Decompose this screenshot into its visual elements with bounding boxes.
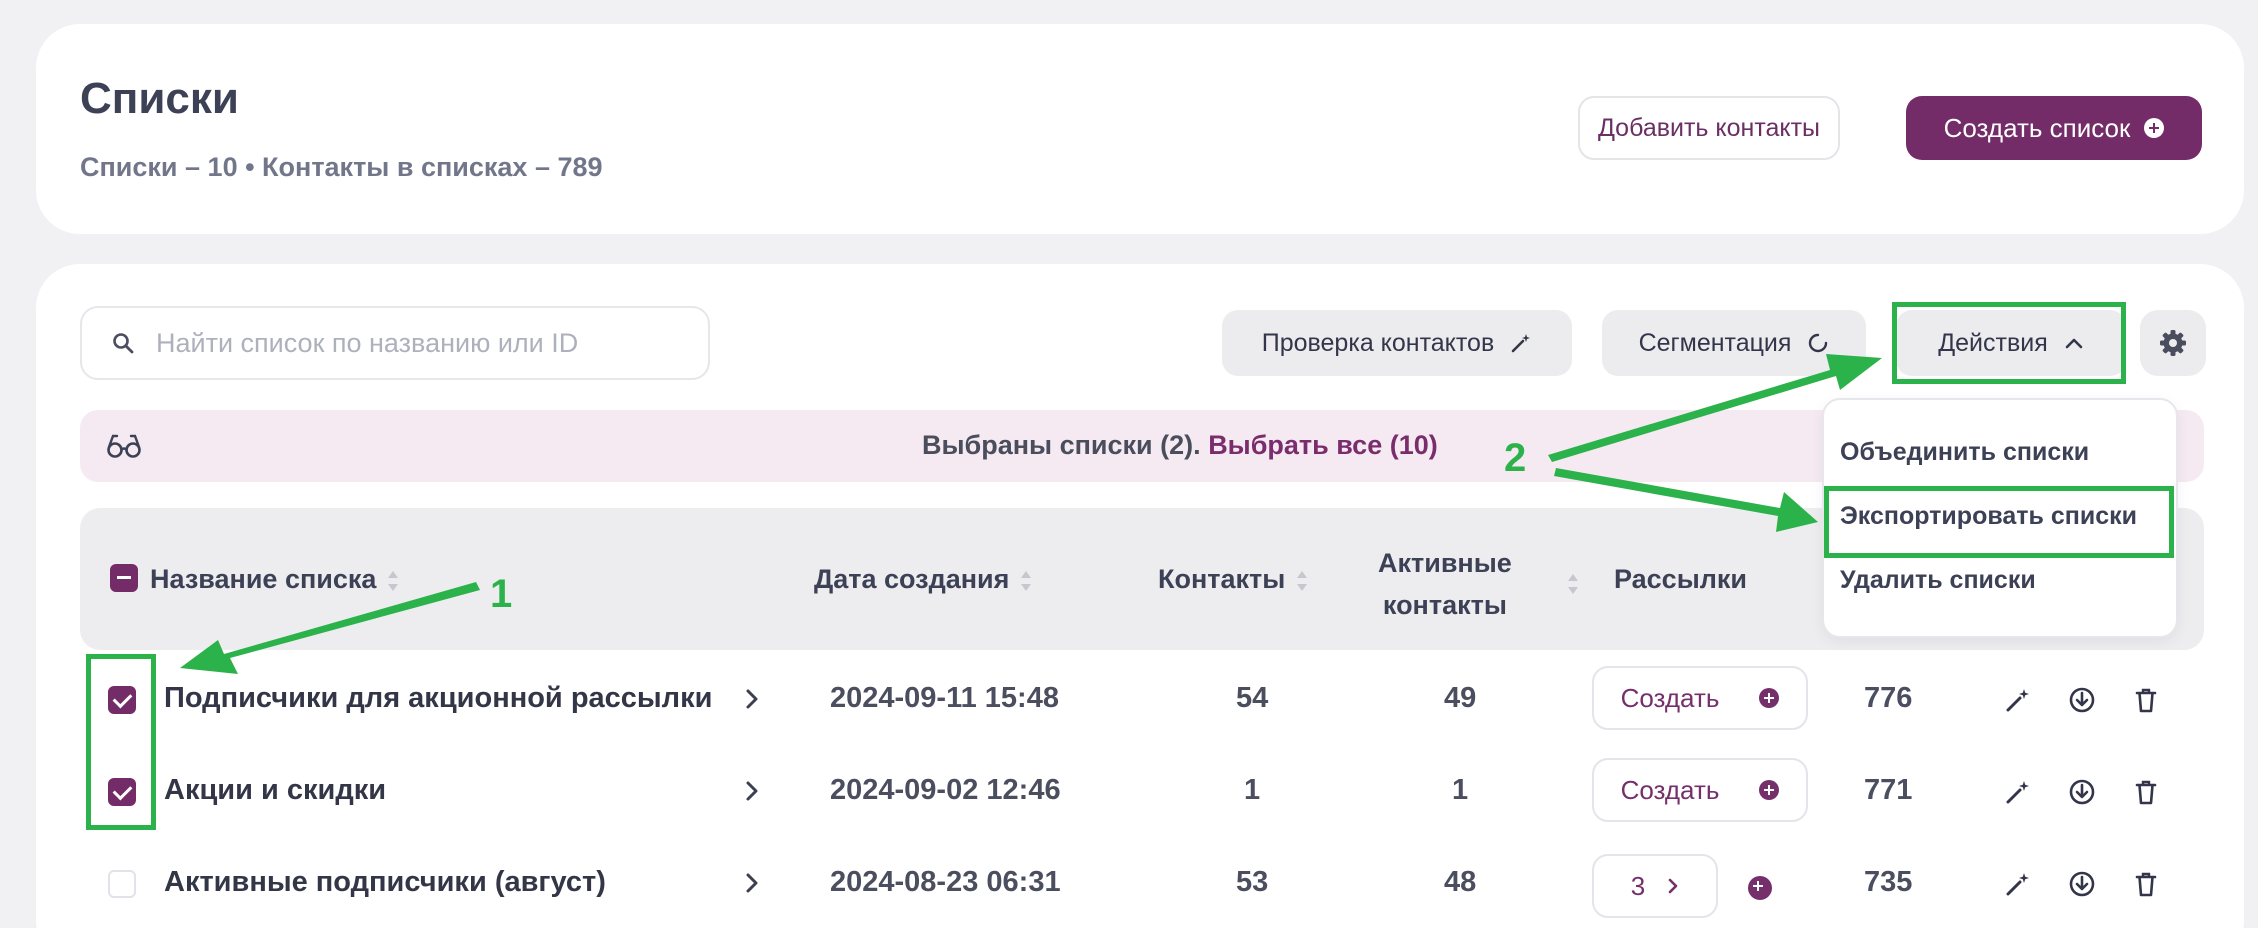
page-subtitle: Списки – 10 • Контакты в списках – 789	[80, 152, 603, 182]
page-title: Списки	[80, 74, 239, 123]
select-all-checkbox[interactable]	[110, 564, 138, 592]
column-name[interactable]: Название списка	[150, 564, 400, 595]
check-contacts-button[interactable]: Проверка контактов	[1222, 310, 1572, 376]
create-mailing-label: Создать	[1620, 682, 1720, 713]
sort-icon	[1566, 572, 1580, 596]
chevron-right-icon[interactable]	[744, 870, 760, 896]
glasses-icon	[107, 434, 141, 458]
add-contacts-label: Добавить контакты	[1597, 113, 1821, 142]
plus-circle-icon	[1759, 780, 1780, 800]
magic-wand-icon[interactable]	[2002, 776, 2034, 808]
merge-lists-item[interactable]: Объединить списки	[1840, 438, 2089, 467]
select-all-link[interactable]: Выбрать все (10)	[1208, 430, 1438, 460]
created-date: 2024-09-11 15:48	[830, 682, 1059, 714]
chevron-right-icon	[1668, 878, 1678, 894]
add-mailing-icon[interactable]	[1748, 876, 1772, 900]
plus-circle-icon	[1759, 688, 1780, 708]
mailings-count-button[interactable]: 3	[1592, 854, 1718, 918]
column-name-label: Название списка	[150, 564, 377, 594]
settings-button[interactable]	[2140, 310, 2206, 376]
column-active-contacts[interactable]: Активные контакты	[1378, 542, 1512, 626]
add-contacts-button[interactable]: Добавить контакты	[1578, 96, 1840, 160]
delete-lists-item[interactable]: Удалить списки	[1840, 566, 2036, 595]
magic-wand-icon	[1511, 334, 1531, 353]
sort-icon	[1019, 569, 1033, 593]
search-icon	[113, 333, 134, 354]
step-1-label: 1	[490, 572, 513, 616]
create-mailing-label: Создать	[1620, 774, 1720, 805]
create-list-button[interactable]: Создать список	[1906, 96, 2202, 160]
search-input[interactable]	[156, 327, 676, 359]
trash-icon[interactable]	[2130, 868, 2162, 900]
magic-wand-icon[interactable]	[2002, 684, 2034, 716]
active-contacts-count: 48	[1444, 866, 1477, 898]
list-name[interactable]: Активные подписчики (август)	[164, 866, 606, 899]
created-date: 2024-08-23 06:31	[830, 866, 1061, 898]
download-icon[interactable]	[2066, 776, 2098, 808]
row-checkbox[interactable]	[108, 870, 136, 898]
contacts-count: 1	[1244, 774, 1261, 806]
plus-circle-icon	[2144, 118, 2165, 138]
magic-wand-icon[interactable]	[2002, 868, 2034, 900]
checkbox-highlight	[86, 654, 156, 830]
column-date-label: Дата создания	[814, 564, 1010, 594]
list-name[interactable]: Акции и скидки	[164, 774, 386, 807]
actions-highlight	[1892, 302, 2126, 384]
column-active-label-1: Активные	[1378, 548, 1512, 578]
list-id: 776	[1864, 682, 1913, 714]
column-contacts-label: Контакты	[1158, 564, 1286, 594]
download-icon[interactable]	[2066, 868, 2098, 900]
export-highlight	[1824, 486, 2174, 558]
sort-icon	[386, 569, 400, 593]
step-2-label: 2	[1504, 436, 1527, 480]
chevron-right-icon[interactable]	[744, 686, 760, 712]
created-date: 2024-09-02 12:46	[830, 774, 1061, 806]
active-contacts-count: 1	[1452, 774, 1469, 806]
check-contacts-label: Проверка контактов	[1261, 328, 1495, 357]
segmentation-button[interactable]: Сегментация	[1602, 310, 1866, 376]
list-name[interactable]: Подписчики для акционной рассылки	[164, 682, 712, 715]
header-card: Списки Списки – 10 • Контакты в списках …	[36, 24, 2244, 234]
selection-text: Выбраны списки (2). Выбрать все (10)	[922, 430, 1438, 461]
list-id: 735	[1864, 866, 1913, 898]
trash-icon[interactable]	[2130, 776, 2162, 808]
trash-icon[interactable]	[2130, 684, 2162, 716]
create-mailing-button[interactable]: Создать	[1592, 666, 1808, 730]
spinner-icon	[1809, 333, 1828, 353]
column-date[interactable]: Дата создания	[814, 564, 1033, 595]
mailings-count-label: 3	[1630, 870, 1646, 901]
column-mailings: Рассылки	[1614, 564, 1748, 594]
search-box[interactable]	[80, 306, 710, 380]
create-list-label: Создать список	[1943, 112, 2131, 143]
column-contacts[interactable]: Контакты	[1158, 564, 1309, 595]
download-icon[interactable]	[2066, 684, 2098, 716]
chevron-right-icon[interactable]	[744, 778, 760, 804]
selected-count-text: Выбраны списки (2).	[922, 430, 1201, 460]
segmentation-label: Сегментация	[1638, 328, 1792, 357]
create-mailing-button[interactable]: Создать	[1592, 758, 1808, 822]
contacts-count: 54	[1236, 682, 1269, 714]
contacts-count: 53	[1236, 866, 1269, 898]
list-id: 771	[1864, 774, 1913, 806]
sort-icon	[1295, 569, 1309, 593]
gear-icon	[2160, 330, 2186, 356]
column-active-label-2: контакты	[1382, 590, 1507, 620]
active-contacts-count: 49	[1444, 682, 1477, 714]
